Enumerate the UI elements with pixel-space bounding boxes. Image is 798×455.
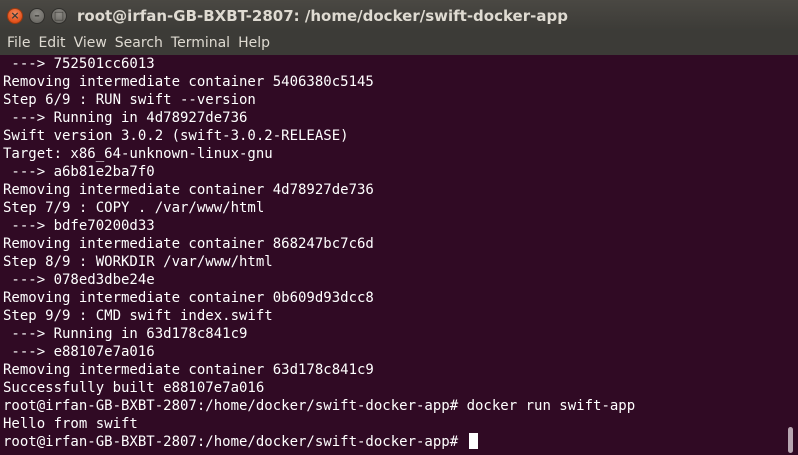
terminal-line: ---> Running in 4d78927de736	[3, 110, 248, 126]
minimize-button[interactable]: –	[29, 7, 45, 24]
maximize-button[interactable]: □	[51, 7, 67, 24]
scrollbar-thumb[interactable]	[788, 427, 793, 453]
terminal-line: Hello from swift	[3, 416, 138, 432]
scrollbar[interactable]	[784, 55, 798, 455]
window-title: root@irfan-GB-BXBT-2807: /home/docker/sw…	[77, 6, 568, 25]
terminal-line: root@irfan-GB-BXBT-2807:/home/docker/swi…	[3, 398, 636, 414]
terminal-line: Target: x86_64-unknown-linux-gnu	[3, 146, 273, 162]
terminal-line: Step 9/9 : CMD swift index.swift	[3, 308, 273, 324]
terminal-output[interactable]: ---> 752501cc6013 Removing intermediate …	[0, 55, 784, 455]
shell-prompt: root@irfan-GB-BXBT-2807:/home/docker/swi…	[3, 434, 467, 450]
title-bar[interactable]: × – □ root@irfan-GB-BXBT-2807: /home/doc…	[0, 0, 798, 31]
menu-bar: File Edit View Search Terminal Help	[0, 31, 798, 55]
terminal-line: Removing intermediate container 63d178c8…	[3, 362, 374, 378]
terminal-line: ---> e88107e7a016	[3, 344, 155, 360]
menu-edit[interactable]: Edit	[38, 35, 65, 51]
terminal-line: ---> a6b81e2ba7f0	[3, 164, 155, 180]
terminal-line: Successfully built e88107e7a016	[3, 380, 265, 396]
terminal-line: Removing intermediate container 4d78927d…	[3, 182, 374, 198]
terminal-line: Removing intermediate container 868247bc…	[3, 236, 374, 252]
terminal-line: Removing intermediate container 0b609d93…	[3, 290, 374, 306]
terminal-line: ---> bdfe70200d33	[3, 218, 155, 234]
maximize-icon: □	[53, 9, 65, 22]
menu-search[interactable]: Search	[115, 35, 163, 51]
terminal-window: × – □ root@irfan-GB-BXBT-2807: /home/doc…	[0, 0, 798, 455]
terminal-line: ---> 078ed3dbe24e	[3, 272, 155, 288]
terminal-line: Step 7/9 : COPY . /var/www/html	[3, 200, 265, 216]
text-cursor	[468, 433, 478, 449]
prompt-line[interactable]: root@irfan-GB-BXBT-2807:/home/docker/swi…	[3, 433, 784, 451]
close-button[interactable]: ×	[7, 7, 23, 24]
menu-terminal[interactable]: Terminal	[171, 35, 230, 51]
close-icon: ×	[10, 9, 20, 22]
menu-view[interactable]: View	[74, 35, 107, 51]
terminal-line: ---> 752501cc6013	[3, 56, 155, 72]
minimize-icon: –	[34, 9, 40, 22]
terminal-line: Step 8/9 : WORKDIR /var/www/html	[3, 254, 273, 270]
terminal-line: ---> Running in 63d178c841c9	[3, 326, 248, 342]
menu-file[interactable]: File	[7, 35, 30, 51]
terminal-line: Removing intermediate container 5406380c…	[3, 74, 374, 90]
terminal-line: Step 6/9 : RUN swift --version	[3, 92, 256, 108]
terminal-line: Swift version 3.0.2 (swift-3.0.2-RELEASE…	[3, 128, 349, 144]
menu-help[interactable]: Help	[238, 35, 270, 51]
